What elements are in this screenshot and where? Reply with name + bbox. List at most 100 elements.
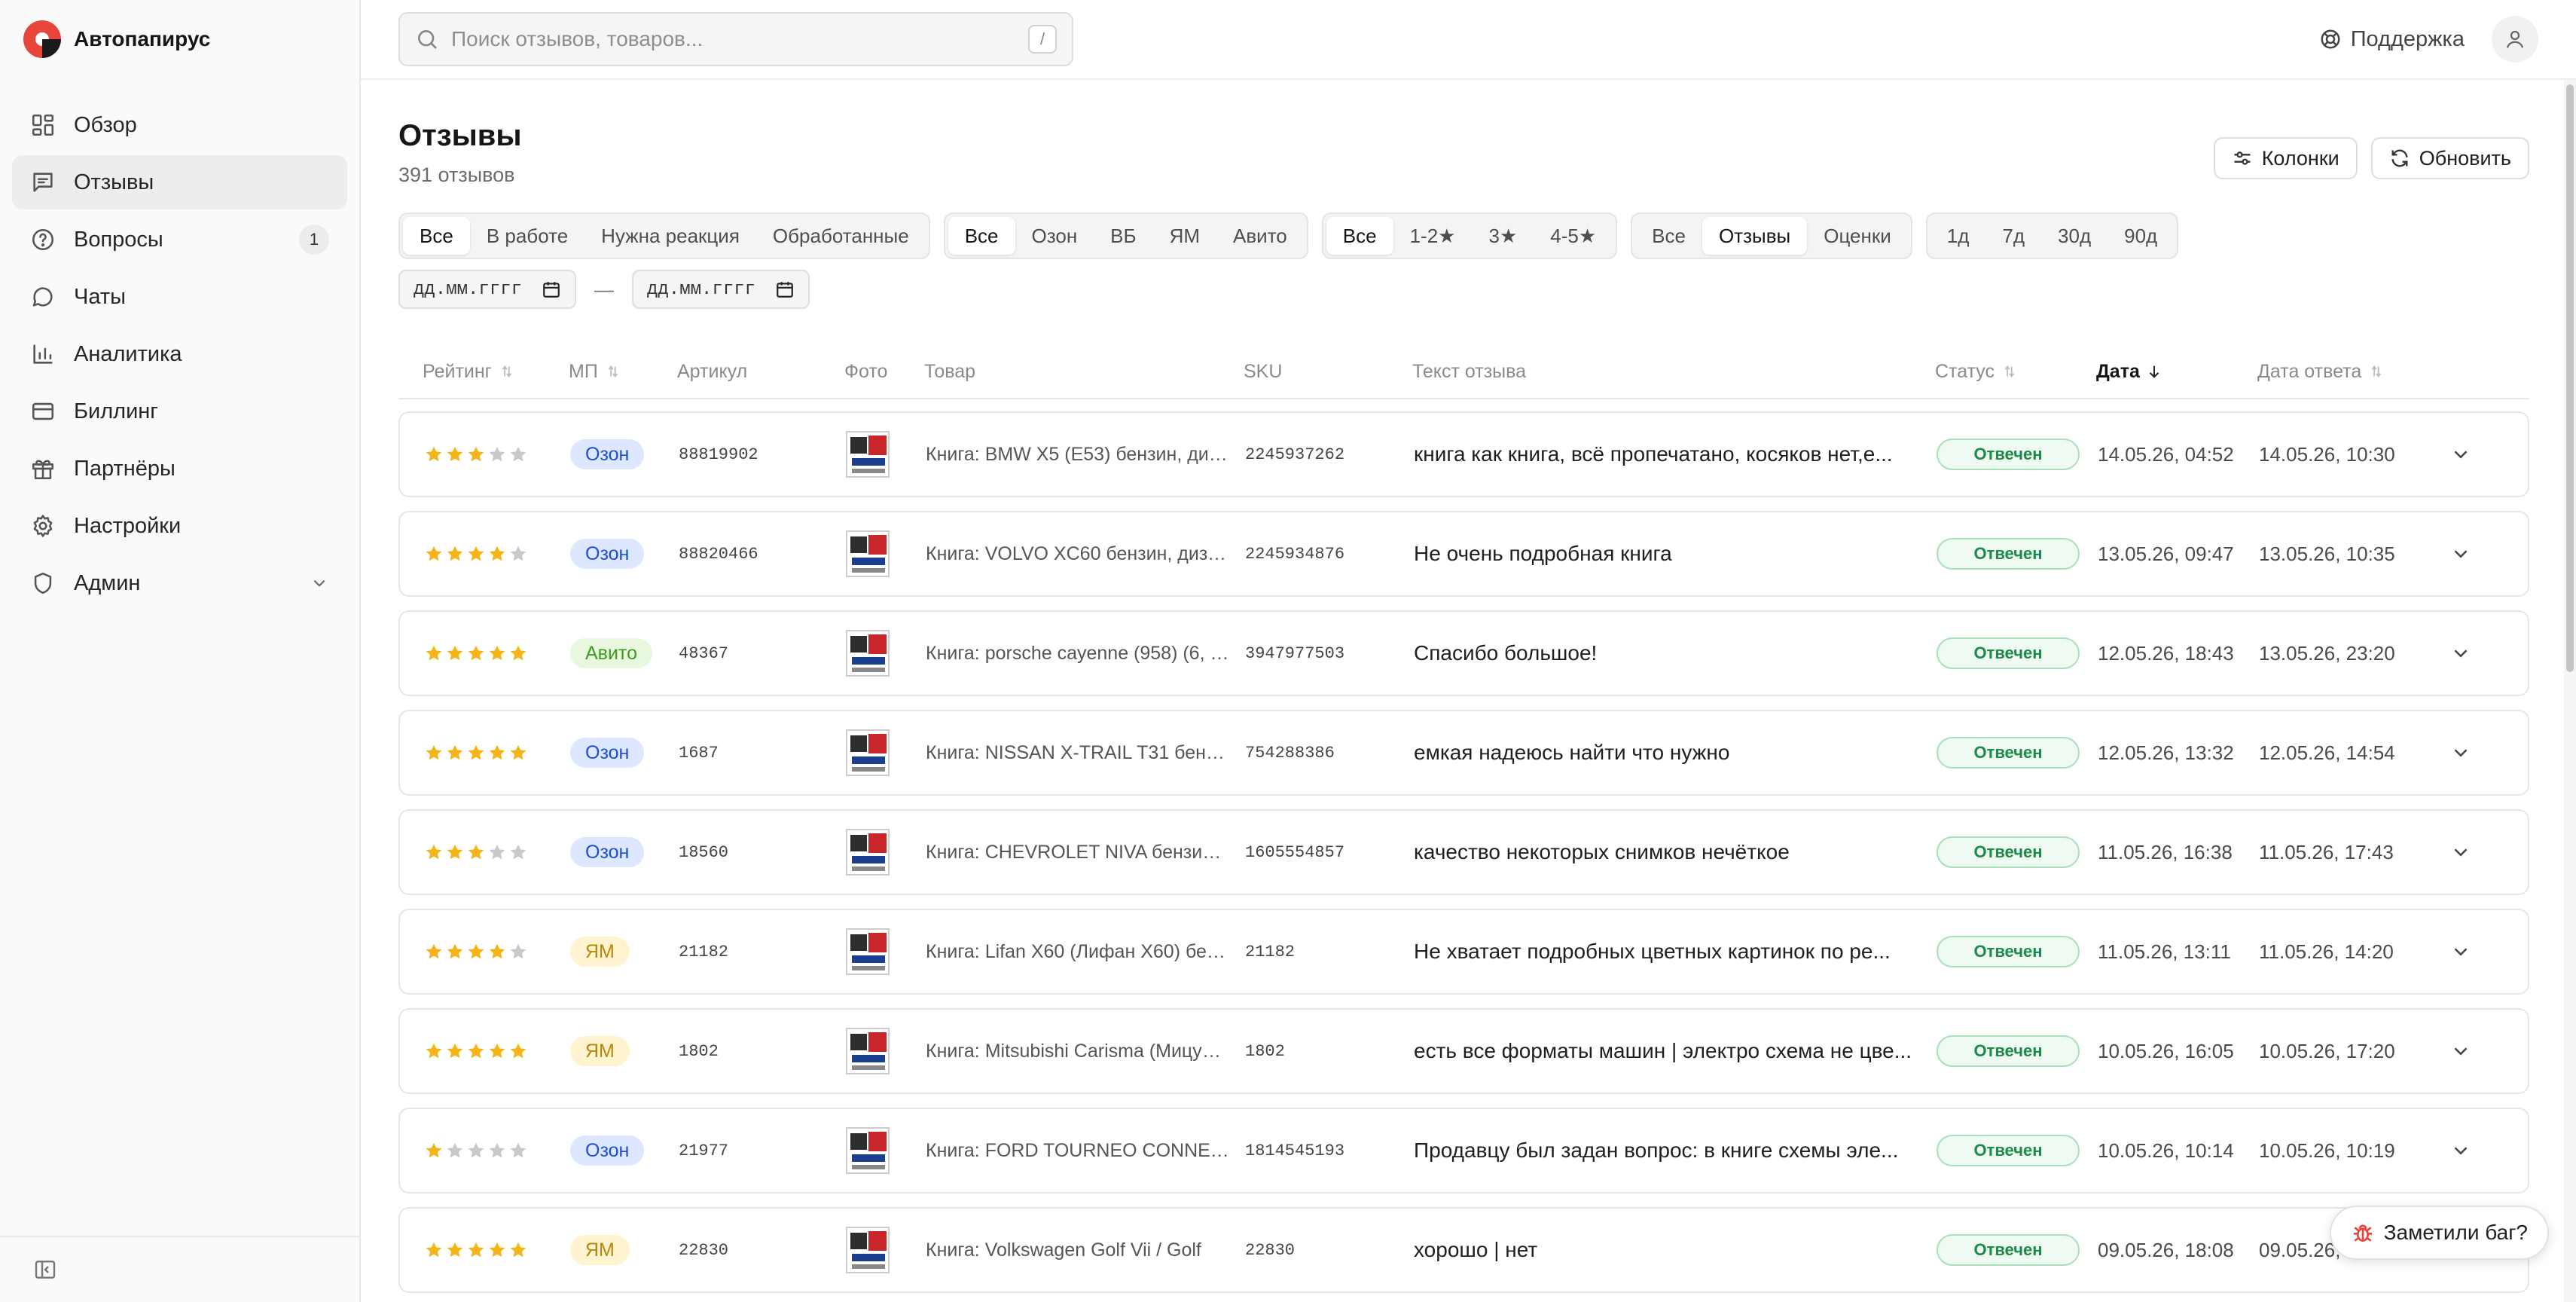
review-row[interactable]: Озон 18560 Книга: CHEVROLET NIVA бензин с … [398, 809, 2529, 895]
rating-filter-option[interactable]: Все [1326, 217, 1393, 255]
sidebar-item[interactable]: Вопросы 1 [12, 212, 347, 267]
collapse-sidebar-icon[interactable] [33, 1258, 57, 1282]
chevron-down-icon[interactable] [2449, 940, 2472, 963]
status-filter-option[interactable]: В работе [470, 217, 584, 255]
scrollbar[interactable] [2564, 80, 2576, 1302]
period-filter-option[interactable]: 90д [2107, 217, 2174, 255]
review-row[interactable]: Озон 88820466 Книга: VOLVO XC60 бензин, ди… [398, 511, 2529, 597]
brand[interactable]: Автопапирус [0, 0, 359, 78]
marketplace-filter-option[interactable]: ВБ [1094, 217, 1152, 255]
chevron-down-icon[interactable] [2449, 642, 2472, 665]
report-bug-button[interactable]: Заметили баг? [2329, 1206, 2549, 1260]
kind-filter-option[interactable]: Все [1635, 217, 1702, 255]
refresh-button-label: Обновить [2419, 146, 2511, 170]
product-thumbnail[interactable] [846, 1028, 890, 1074]
status-filter-option[interactable]: Все [403, 217, 470, 255]
scrollbar-thumb[interactable] [2566, 84, 2574, 672]
header-reply-date[interactable]: Дата ответа [2257, 361, 2435, 383]
product-thumbnail[interactable] [846, 431, 890, 478]
review-row[interactable]: Авито 48367 Книга: porsche cayenne (958) (… [398, 610, 2529, 696]
reply-date-cell: 13.05.26, 10:35 [2259, 542, 2395, 565]
review-row[interactable]: Озон 1687 Книга: NISSAN X-TRAIL T31 бензин… [398, 710, 2529, 796]
sidebar-item[interactable]: Аналитика [12, 327, 347, 381]
rating-filter-option[interactable]: 1-2★ [1393, 217, 1473, 255]
expand-cell[interactable] [2437, 1040, 2485, 1062]
chevron-down-icon[interactable] [2449, 1040, 2472, 1062]
product-thumbnail[interactable] [846, 630, 890, 677]
kind-filter-option[interactable]: Оценки [1807, 217, 1908, 255]
header-status[interactable]: Статус [1935, 361, 2096, 383]
review-row[interactable]: ЯМ 21182 Книга: Lifan X60 (Лифан X60) бенз… [398, 909, 2529, 995]
sidebar-item[interactable]: Админ [12, 556, 347, 610]
status-filter-option[interactable]: Обработанные [756, 217, 926, 255]
product-thumbnail[interactable] [846, 1127, 890, 1174]
product-thumbnail[interactable] [846, 530, 890, 577]
kind-filter-option[interactable]: Отзывы [1702, 217, 1808, 255]
shield-icon [34, 572, 52, 594]
header-mp[interactable]: МП [569, 361, 677, 383]
status-filter-option[interactable]: Нужна реакция [584, 217, 756, 255]
sidebar-item[interactable]: Обзор [12, 98, 347, 152]
star-icon [489, 1043, 505, 1059]
product-thumbnail[interactable] [846, 729, 890, 776]
date-to-input[interactable]: дд.мм.гггг [632, 270, 810, 309]
product-thumbnail[interactable] [846, 928, 890, 975]
star-icon [426, 744, 442, 760]
period-filter-option[interactable]: 7д [1985, 217, 2041, 255]
period-filter-option[interactable]: 30д [2041, 217, 2107, 255]
search-box[interactable]: / [398, 12, 1073, 66]
expand-cell[interactable] [2437, 642, 2485, 665]
expand-cell[interactable] [2437, 841, 2485, 863]
review-row[interactable]: ЯМ 22830 Книга: Volkswagen Golf Vii / Golf… [398, 1207, 2529, 1293]
marketplace-filter-option[interactable]: ЯМ [1153, 217, 1216, 255]
expand-cell[interactable] [2437, 1139, 2485, 1162]
expand-cell[interactable] [2437, 443, 2485, 466]
header-date[interactable]: Дата [2096, 361, 2257, 383]
sidebar-item[interactable]: Чаты [12, 270, 347, 324]
sidebar-item[interactable]: Биллинг [12, 384, 347, 439]
search-input[interactable] [451, 27, 1028, 51]
columns-button[interactable]: Колонки [2213, 137, 2358, 179]
chevron-down-icon[interactable] [2449, 443, 2472, 466]
status-cell: Отвечен [1937, 1234, 2098, 1266]
expand-cell[interactable] [2437, 741, 2485, 764]
date-from-input[interactable]: дд.мм.гггг [398, 270, 576, 309]
status-cell: Отвечен [1937, 1035, 2098, 1067]
marketplace-filter-option[interactable]: Все [948, 217, 1015, 255]
marketplace-filter-option[interactable]: Озон [1015, 217, 1094, 255]
review-row[interactable]: ЯМ 1802 Книга: Mitsubishi Carisma (Мицубис… [398, 1008, 2529, 1094]
expand-cell[interactable] [2437, 542, 2485, 565]
header-rating[interactable]: Рейтинг [398, 361, 569, 383]
chevron-down-icon[interactable] [2449, 841, 2472, 863]
header-rating-label: Рейтинг [423, 360, 492, 382]
period-filter-option[interactable]: 1д [1930, 217, 1986, 255]
support-link[interactable]: Поддержка [2319, 27, 2465, 52]
sku-cell: 754288386 [1245, 743, 1335, 763]
expand-cell[interactable] [2437, 940, 2485, 963]
product-thumbnail[interactable] [846, 829, 890, 876]
article-cell: 48367 [679, 643, 729, 663]
sidebar-item[interactable]: Отзывы [12, 155, 347, 209]
article-cell: 18560 [679, 842, 729, 862]
product-thumbnail[interactable] [846, 1227, 890, 1273]
gear-icon [33, 515, 53, 537]
rating-stars [424, 1240, 570, 1260]
refresh-button[interactable]: Обновить [2370, 137, 2529, 179]
chevron-down-icon[interactable] [2449, 741, 2472, 764]
photo-cell [846, 829, 926, 876]
review-row[interactable]: Озон 88819902 Книга: BMW X5 (E53) бензин, … [398, 411, 2529, 497]
date-cell: 10.05.26, 10:14 [2098, 1138, 2234, 1162]
marketplace-filter-option[interactable]: Авито [1216, 217, 1304, 255]
star-icon [468, 744, 484, 760]
user-avatar[interactable] [2492, 16, 2538, 63]
sidebar-item[interactable]: Настройки [12, 499, 347, 553]
star-icon [489, 645, 505, 661]
rating-filter-option[interactable]: 4-5★ [1534, 217, 1613, 255]
status-cell: Отвечен [1937, 637, 2098, 669]
chevron-down-icon[interactable] [2449, 1139, 2472, 1162]
sidebar-item[interactable]: Партнёры [12, 442, 347, 496]
rating-filter-option[interactable]: 3★ [1472, 217, 1534, 255]
review-row[interactable]: Озон 21977 Книга: FORD TOURNEO CONNECT 1814… [398, 1108, 2529, 1194]
star-icon [447, 844, 463, 860]
chevron-down-icon[interactable] [2449, 542, 2472, 565]
